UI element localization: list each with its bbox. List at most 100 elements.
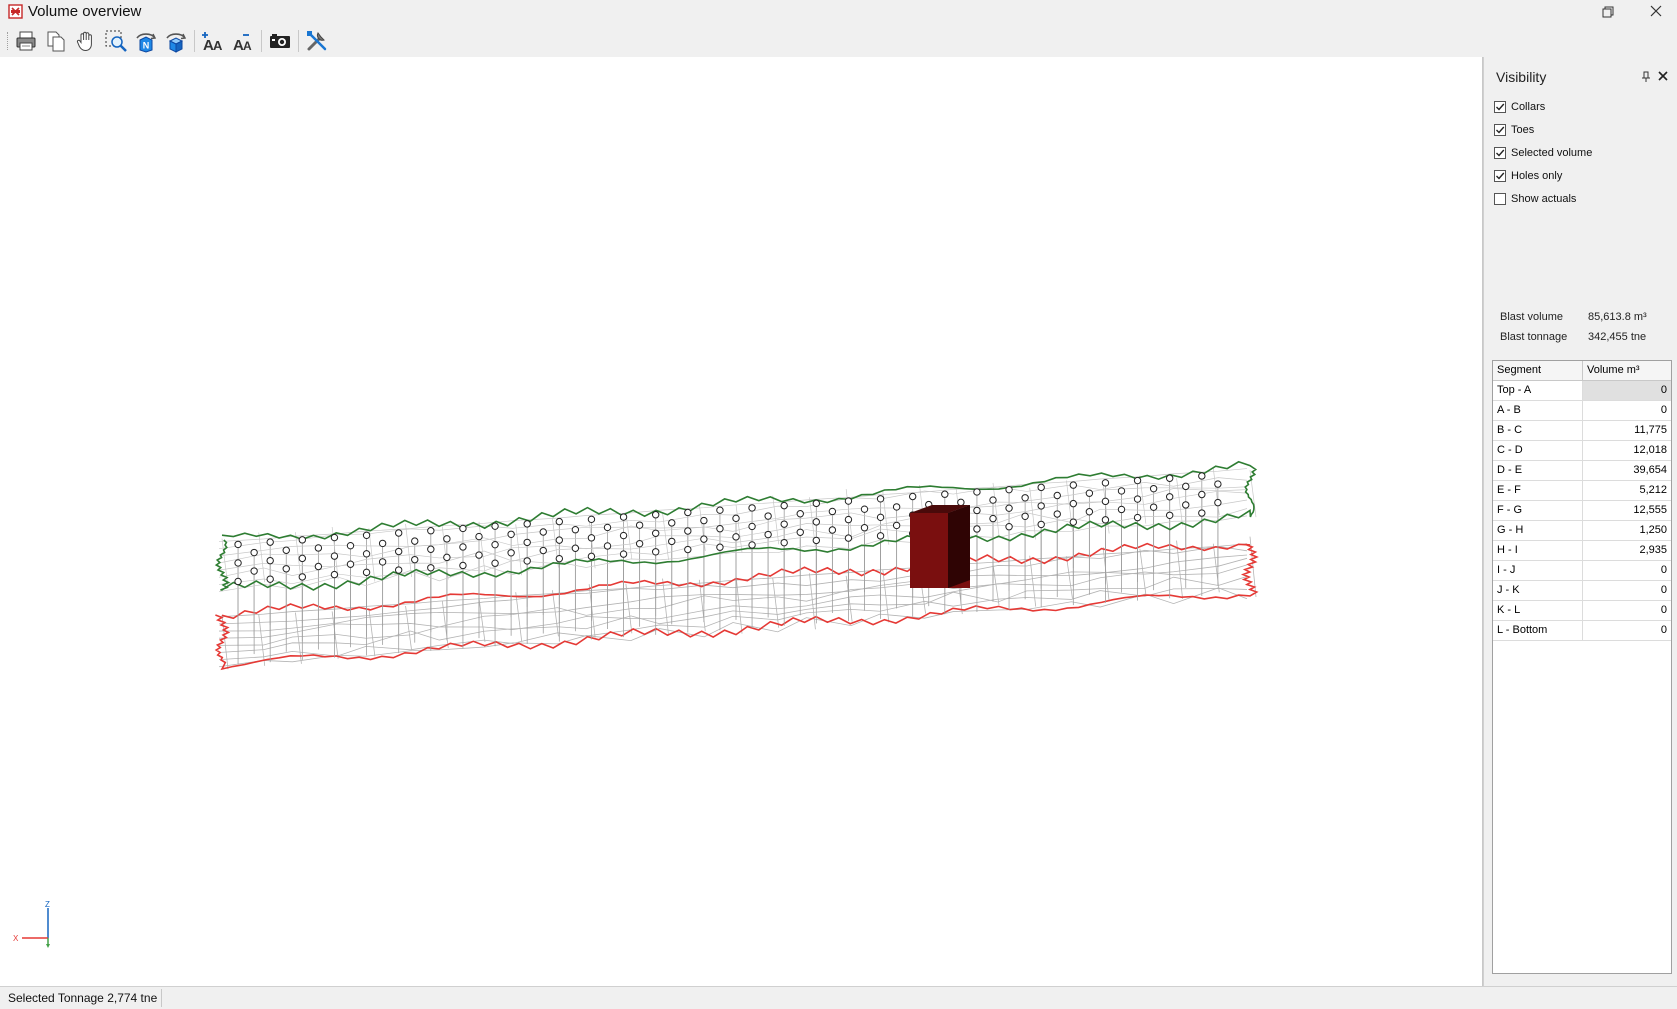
settings-button[interactable] <box>304 28 330 54</box>
toolbar-separator <box>194 30 195 52</box>
pan-button[interactable] <box>73 28 99 54</box>
visibility-option-collars[interactable]: Collars <box>1494 98 1545 116</box>
status-separator <box>161 989 162 1007</box>
checkbox-label: Toes <box>1511 124 1535 136</box>
table-row[interactable]: D - E 39,654 <box>1493 461 1671 481</box>
table-row[interactable]: C - D 12,018 <box>1493 441 1671 461</box>
toolbar-grip[interactable] <box>7 32 10 50</box>
checkbox[interactable] <box>1494 101 1506 113</box>
collar-marker <box>1037 520 1045 529</box>
collar-marker <box>266 556 274 565</box>
collar-marker <box>603 542 612 550</box>
table-row[interactable]: B - C 11,775 <box>1493 421 1671 441</box>
blast-tonnage-value: 342,455 tne <box>1588 331 1647 343</box>
collar-marker <box>491 522 499 530</box>
blast-volume-scene[interactable] <box>0 57 1482 986</box>
collar-marker <box>1085 508 1094 516</box>
close-icon[interactable] <box>1648 3 1664 19</box>
collar-marker <box>491 559 499 567</box>
collar-marker <box>844 534 853 542</box>
collar-marker <box>796 528 804 536</box>
collar-marker <box>1053 510 1061 518</box>
collar-marker <box>1021 512 1029 521</box>
checkbox[interactable] <box>1494 124 1506 136</box>
snapshot-button[interactable] <box>267 28 293 54</box>
collar-marker <box>1069 499 1078 508</box>
checkbox[interactable] <box>1494 193 1506 205</box>
table-row[interactable]: H - I 2,935 <box>1493 541 1671 561</box>
collar-marker <box>427 545 435 553</box>
collar-mesh-line <box>218 468 1248 542</box>
collar-marker <box>507 530 515 538</box>
collar-marker <box>571 544 580 552</box>
rotate-3d-button[interactable] <box>163 28 189 54</box>
table-row[interactable]: Top - A0 <box>1493 381 1671 401</box>
collar-mesh-line <box>845 488 853 541</box>
visibility-option-selected-volume[interactable]: Selected volume <box>1494 144 1592 162</box>
collar-marker <box>555 536 564 544</box>
toe-mesh-line <box>1102 547 1110 602</box>
collar-marker <box>844 497 853 505</box>
checkbox[interactable] <box>1494 147 1506 159</box>
rotate-north-icon: N <box>136 33 157 53</box>
table-row[interactable]: L - Bottom 0 <box>1493 621 1671 641</box>
volume-cell: 1,250 <box>1639 524 1667 536</box>
collar-marker <box>1165 474 1174 482</box>
collar-marker <box>764 512 772 520</box>
table-header: Segment Volume m³ <box>1493 361 1671 381</box>
rotate-3d-icon <box>166 33 187 53</box>
rotate-north-button[interactable]: N <box>133 28 159 54</box>
table-row[interactable]: E - F 5,212 <box>1493 481 1671 501</box>
collar-marker <box>234 559 242 567</box>
volume-cell: 0 <box>1660 624 1667 636</box>
collar-marker <box>411 555 419 564</box>
table-row[interactable]: A - B 0 <box>1493 401 1671 421</box>
column-header-segment[interactable]: Segment <box>1493 361 1583 380</box>
collar-mesh-line <box>258 532 266 583</box>
segment-cell: G - H <box>1493 521 1583 540</box>
collar-marker <box>1037 502 1045 510</box>
collar-mesh-line <box>992 482 1000 536</box>
collar-marker <box>314 562 323 571</box>
increase-font-button[interactable]: A A <box>200 28 226 54</box>
collar-marker <box>619 531 628 540</box>
decrease-font-button[interactable]: A A <box>230 28 256 54</box>
copy-button[interactable] <box>43 28 69 54</box>
collar-marker <box>475 551 483 559</box>
collar-marker <box>651 529 660 537</box>
print-button[interactable] <box>13 28 39 54</box>
collar-marker <box>459 561 467 570</box>
collar-marker <box>1117 505 1126 514</box>
visibility-option-holes-only[interactable]: Holes only <box>1494 167 1562 185</box>
collar-marker <box>539 546 547 555</box>
checkbox[interactable] <box>1494 170 1506 182</box>
table-row[interactable]: K - L 0 <box>1493 601 1671 621</box>
collar-marker <box>957 498 965 507</box>
collar-marker <box>1133 513 1142 522</box>
restore-icon[interactable] <box>1600 4 1616 20</box>
collar-marker <box>394 529 403 537</box>
visibility-option-show-actuals[interactable]: Show actuals <box>1494 190 1576 208</box>
pin-icon[interactable] <box>1640 71 1652 83</box>
collar-marker <box>1101 479 1110 487</box>
collar-marker <box>266 575 274 583</box>
zoom-window-button[interactable] <box>103 28 129 54</box>
table-row[interactable]: I - J 0 <box>1493 561 1671 581</box>
collar-marker <box>892 503 901 511</box>
collar-marker <box>1069 481 1078 489</box>
column-header-volume[interactable]: Volume m³ <box>1583 361 1671 380</box>
status-bar: Selected Tonnage 2,774 tne <box>0 986 1677 1009</box>
z-axis-label: Z <box>45 900 50 909</box>
3d-viewport[interactable] <box>0 57 1482 986</box>
table-row[interactable]: J - K 0 <box>1493 581 1671 601</box>
visibility-option-toes[interactable]: Toes <box>1494 121 1534 139</box>
table-row[interactable]: F - G 12,555 <box>1493 501 1671 521</box>
table-row[interactable]: G - H 1,250 <box>1493 521 1671 541</box>
segment-volume-table: Segment Volume m³ Top - A0A - B0B - C 11,… <box>1492 360 1672 974</box>
panel-close-icon[interactable] <box>1657 70 1669 82</box>
zoom-region-icon <box>105 30 127 52</box>
collar-marker <box>555 517 564 526</box>
collar-marker <box>1149 503 1158 511</box>
segment-cell: E - F <box>1493 481 1583 500</box>
segment-cell: L - Bottom <box>1493 621 1583 640</box>
